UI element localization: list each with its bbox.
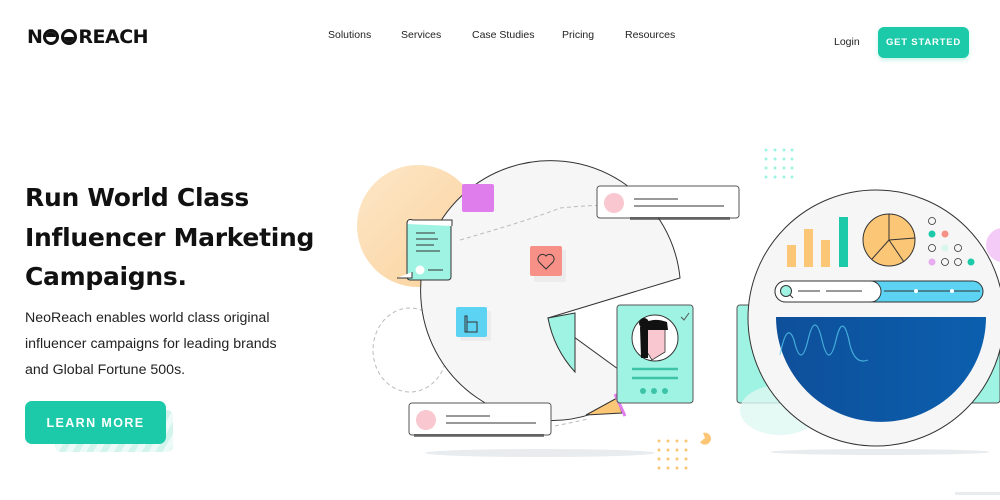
logo-letter-n: N — [27, 26, 43, 48]
influencer-profile-card — [616, 304, 694, 404]
teal-dot-grid-decoration — [764, 148, 794, 179]
logo-half-circle-icon — [43, 29, 60, 45]
hero-title-line: Influencer Marketing — [25, 222, 315, 252]
orange-pacman-decoration — [700, 432, 711, 445]
bar-chart-bar — [804, 229, 813, 267]
thumbs-up-tile — [456, 307, 491, 341]
hero-description-line: NeoReach enables world class original — [25, 310, 270, 326]
nav-solutions[interactable]: Solutions — [328, 29, 371, 41]
ground-shadow — [770, 449, 990, 455]
orange-dot-grid-decoration — [657, 439, 688, 470]
top-navigation-bar: N REACH Solutions Services Case Studies … — [0, 0, 1000, 80]
hero-title: Run World Class Influencer Marketing Cam… — [25, 178, 345, 297]
get-started-button[interactable]: GET STARTED — [878, 27, 969, 58]
search-icon — [780, 285, 792, 297]
message-bubble-top — [596, 185, 740, 220]
neoreach-logo[interactable]: N REACH — [27, 26, 149, 48]
message-bubble-bottom — [408, 402, 552, 437]
hero-illustration — [357, 148, 1000, 495]
bar-chart-bar — [787, 245, 796, 267]
ground-shadow — [425, 449, 655, 457]
heart-tile — [530, 246, 566, 282]
login-link[interactable]: Login — [834, 36, 860, 48]
search-slider-bar — [774, 280, 984, 303]
hero-description: NeoReach enables world class original in… — [25, 305, 325, 383]
nav-services[interactable]: Services — [401, 29, 441, 41]
bar-chart-bar — [839, 217, 848, 267]
logo-text: REACH — [78, 26, 149, 48]
nav-case-studies[interactable]: Case Studies — [472, 29, 534, 41]
ground-shadow — [955, 492, 1000, 495]
hero-description-line: and Global Fortune 500s. — [25, 362, 186, 378]
nav-pricing[interactable]: Pricing — [562, 29, 594, 41]
hero-title-line: Campaigns. — [25, 262, 187, 291]
analytics-dashboard-circle — [747, 189, 1000, 447]
learn-more-button[interactable]: LEARN MORE — [25, 401, 166, 444]
logo-half-circle-icon — [61, 29, 78, 45]
magenta-square-decoration — [462, 184, 494, 212]
hero-description-line: influencer campaigns for leading brands — [25, 336, 277, 352]
nav-resources[interactable]: Resources — [625, 29, 675, 41]
bar-chart-bar — [821, 240, 830, 267]
hero-title-line: Run World Class — [25, 183, 249, 212]
